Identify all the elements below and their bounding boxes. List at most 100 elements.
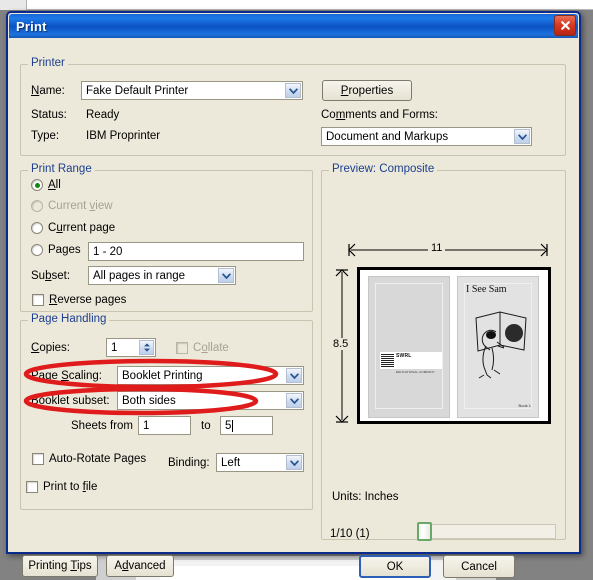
radio-dot-icon [31,222,43,234]
spinner-arrows-icon[interactable] [139,340,154,355]
publisher-logo-text: SWRL EDUCATIONAL COMPANY [396,345,435,377]
print-range-group-legend: Print Range [28,163,95,175]
printing-tips-button[interactable]: Printing Tips [22,555,98,577]
radio-current-view-label: Current view [48,200,113,212]
radio-pages[interactable]: Pages [31,244,81,256]
dialog-title: Print [16,18,47,34]
checkbox-reverse-pages-label: Reverse pages [49,294,127,306]
chevron-down-icon[interactable] [286,393,302,408]
copies-label: Copies: [31,342,70,354]
background-window-strip [0,0,593,10]
binding-combo[interactable]: Left [216,453,304,472]
checkbox-collate: Collate [176,342,229,354]
printer-status-label: Status: [31,109,67,121]
width-dimension-label: 11 [428,242,446,254]
chevron-down-icon[interactable] [285,83,301,98]
checkbox-auto-rotate[interactable]: Auto-Rotate Pages [32,453,146,465]
preview-scrollbar-track[interactable] [420,524,556,539]
printer-name-value: Fake Default Printer [86,84,189,97]
copies-spinner[interactable]: 1 [106,338,156,357]
page-scaling-value: Booklet Printing [122,369,203,382]
close-icon[interactable] [554,15,576,36]
preview-page-left-footer [439,403,440,407]
checkbox-box-icon [32,294,44,306]
properties-button-label: Properties [340,84,394,97]
sheets-from-input[interactable]: 1 [138,416,191,435]
radio-dot-icon [31,200,43,212]
publisher-logo-main: SWRL [396,352,412,359]
checkbox-box-icon [32,453,44,465]
radio-current-view: Current view [31,200,113,212]
booklet-subset-value: Both sides [122,394,176,407]
checkbox-print-to-file-label: Print to file [43,481,98,493]
page-handling-group-legend: Page Handling [28,313,110,325]
radio-all-label: All [48,179,61,191]
copies-value: 1 [111,341,118,354]
comments-and-forms-value: Document and Markups [326,130,449,143]
pages-input[interactable]: 1 - 20 [88,242,304,261]
comments-and-forms-combo[interactable]: Document and Markups [321,127,532,146]
checkbox-print-to-file[interactable]: Print to file [26,481,97,493]
printer-type-value: IBM Proprinter [86,130,161,142]
checkbox-reverse-pages[interactable]: Reverse pages [32,294,126,306]
pages-input-value: 1 - 20 [93,245,123,258]
sheets-to-input[interactable]: 5 [220,416,273,435]
printer-name-label: Name: [31,85,65,97]
sheets-to-value: 5 [225,419,232,432]
preview-group-legend: Preview: Composite [329,163,438,175]
ok-label: OK [386,560,404,573]
publisher-logo: SWRL EDUCATIONAL COMPANY [380,352,442,373]
subset-value: All pages in range [93,269,186,282]
page-indicator: 1/10 (1) [330,528,370,540]
printer-type-label: Type: [31,130,60,142]
publisher-logo-mark-icon [381,354,394,367]
preview-scrollbar-thumb[interactable] [417,522,432,541]
text-caret [232,419,234,432]
sheets-from-value: 1 [143,419,150,432]
radio-dot-icon [31,244,43,256]
chevron-down-icon[interactable] [286,368,302,383]
radio-pages-label: Pages [48,244,81,256]
sheets-from-label: Sheets from [71,420,133,432]
print-range-group: Print Range [20,163,313,312]
print-dialog: Print Printer Name: Fake Default Printer… [6,11,581,578]
book-cover-illustration [475,311,527,379]
preview-page-right: I See Sam Book 1 [457,276,539,418]
sheets-to-label: to [201,420,211,432]
binding-value: Left [221,456,241,469]
printer-status-value: Ready [86,109,120,121]
checkbox-box-icon [176,342,188,354]
checkbox-auto-rotate-label: Auto-Rotate Pages [49,453,147,465]
printer-name-combo[interactable]: Fake Default Printer [81,81,303,100]
booklet-subset-label: Booklet subset: [31,395,110,407]
subset-label: Subset: [31,270,71,282]
preview-book-title: I See Sam [466,284,507,295]
radio-current-page-label: Current page [48,222,116,234]
subset-combo[interactable]: All pages in range [88,266,236,285]
booklet-subset-combo[interactable]: Both sides [117,391,304,410]
binding-label: Binding: [168,457,210,469]
advanced-button[interactable]: Advanced [106,555,174,577]
chevron-down-icon[interactable] [514,129,530,144]
units-label: Units: Inches [332,491,399,503]
ok-button[interactable]: OK [359,555,431,578]
preview-book-number: Book 1 [518,403,531,408]
properties-button[interactable]: Properties [322,80,412,101]
radio-all[interactable]: All [31,179,61,191]
cancel-label: Cancel [461,560,497,573]
printer-group-legend: Printer [28,57,68,69]
dialog-titlebar[interactable]: Print [9,14,578,38]
page-scaling-combo[interactable]: Booklet Printing [117,366,304,385]
checkbox-box-icon [26,481,38,493]
radio-dot-icon [31,179,43,191]
cancel-button[interactable]: Cancel [443,555,515,578]
preview-sheet: SWRL EDUCATIONAL COMPANY I See Sam Book … [357,267,551,424]
checkbox-collate-label: Collate [193,342,229,354]
radio-current-page[interactable]: Current page [31,222,115,234]
preview-page-left: SWRL EDUCATIONAL COMPANY [368,276,450,418]
height-dimension-label: 8.5 [330,338,352,350]
advanced-label: Advanced [114,560,166,572]
chevron-down-icon[interactable] [286,455,302,470]
publisher-logo-sub: EDUCATIONAL COMPANY [396,369,435,374]
chevron-down-icon[interactable] [218,268,234,283]
